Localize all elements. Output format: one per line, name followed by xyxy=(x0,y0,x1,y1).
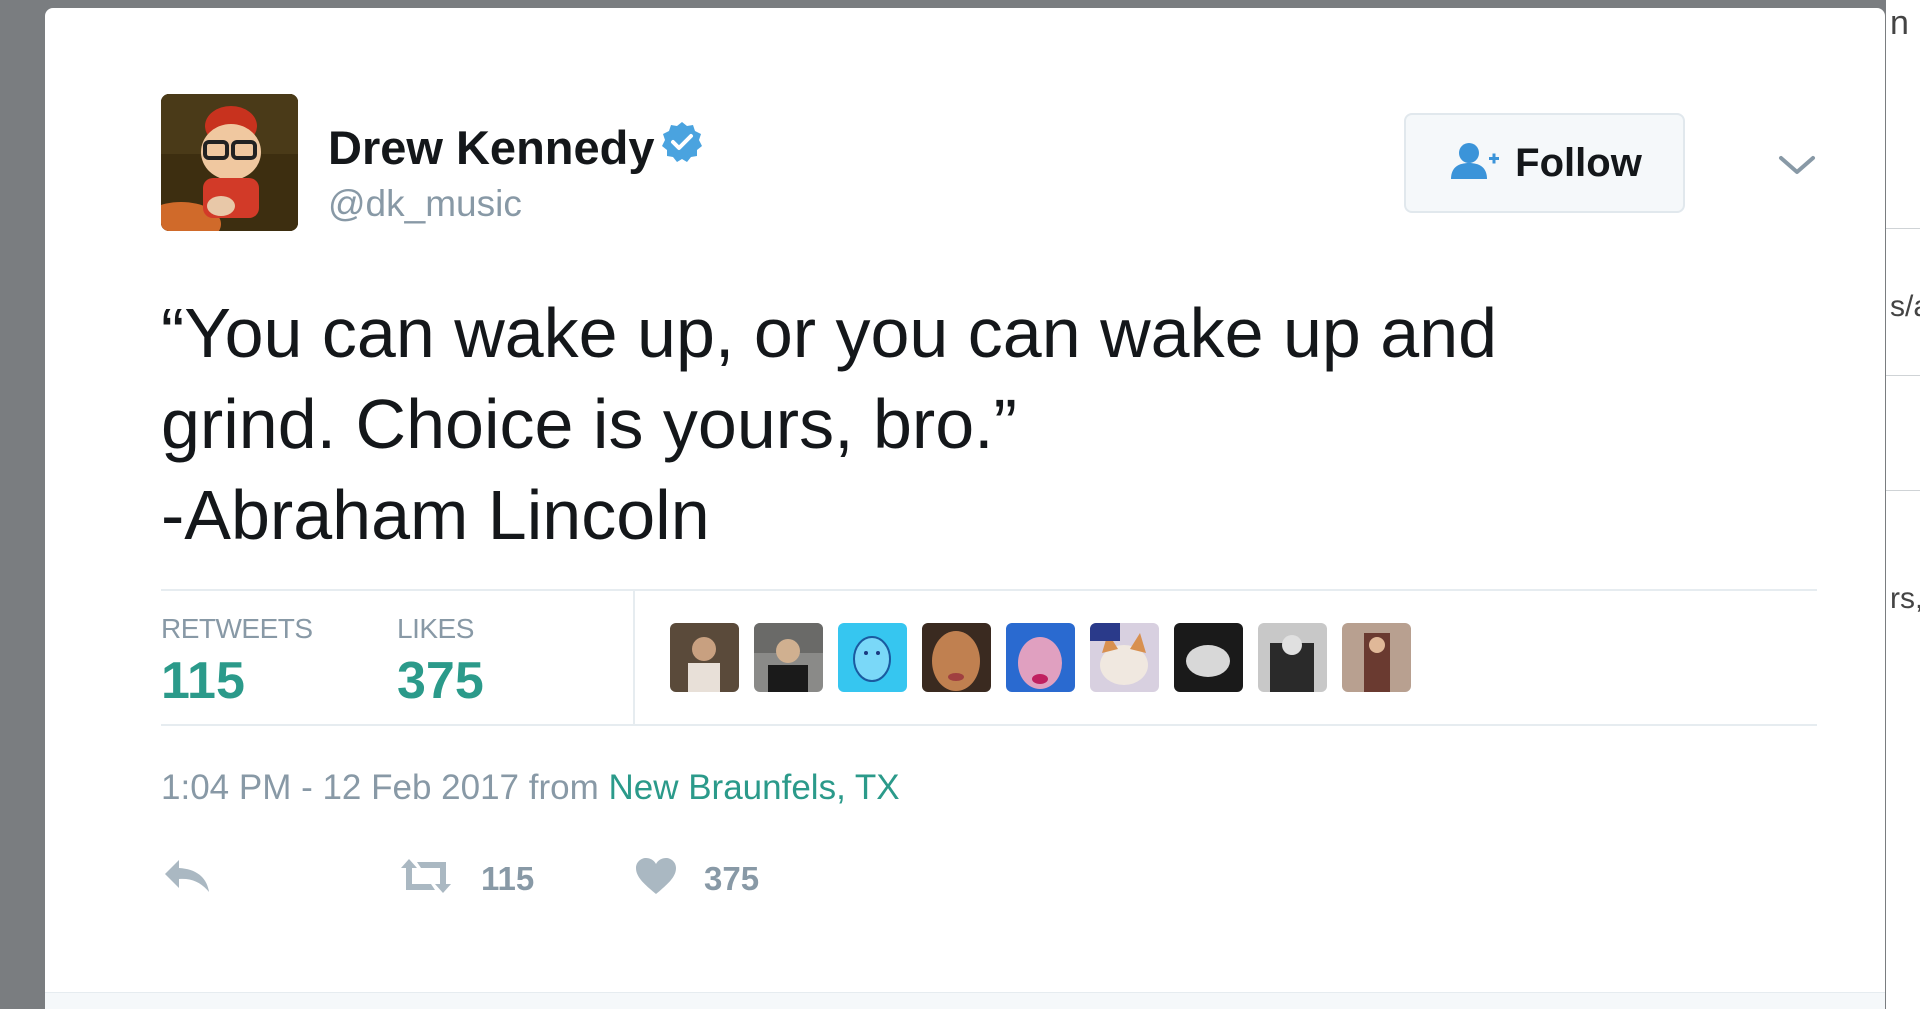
follow-button[interactable]: Follow xyxy=(1404,113,1685,213)
likes-count[interactable]: 375 xyxy=(397,651,484,711)
tweet-text-line: grind. Choice is yours, bro.” xyxy=(161,385,1017,463)
tweet-timestamp[interactable]: 1:04 PM - 12 Feb 2017 xyxy=(161,768,519,807)
liker-avatar[interactable] xyxy=(922,623,991,692)
background-text-fragment: n xyxy=(1890,4,1909,42)
heart-icon xyxy=(634,856,678,901)
background-divider xyxy=(1886,375,1920,376)
tweet-text-line: -Abraham Lincoln xyxy=(161,476,710,554)
follow-user-icon xyxy=(1447,141,1501,186)
liker-avatars xyxy=(670,623,1411,692)
modal-footer-strip xyxy=(45,992,1885,1009)
liker-avatar[interactable] xyxy=(754,623,823,692)
like-count: 375 xyxy=(704,859,760,897)
verified-badge-icon xyxy=(660,120,704,175)
liker-avatar[interactable] xyxy=(1006,623,1075,692)
tweet-location-link[interactable]: New Braunfels, TX xyxy=(608,768,899,807)
background-text-fragment: rs, xyxy=(1890,582,1920,615)
author-display-name[interactable]: Drew Kennedy xyxy=(328,120,704,175)
author-handle[interactable]: @dk_music xyxy=(328,183,522,225)
background-text-fragment: s/a xyxy=(1890,290,1920,323)
retweets-label[interactable]: RETWEETS xyxy=(161,613,313,645)
tweet-text: “You can wake up, or you can wake up and… xyxy=(161,288,1781,561)
stats-top-divider xyxy=(161,589,1817,591)
like-button[interactable]: 375 xyxy=(634,856,759,901)
retweets-count[interactable]: 115 xyxy=(161,651,245,711)
liker-avatar[interactable] xyxy=(670,623,739,692)
display-name-text: Drew Kennedy xyxy=(328,121,655,174)
follow-button-label: Follow xyxy=(1515,140,1642,185)
avatar-image xyxy=(161,94,298,231)
reply-icon xyxy=(161,856,213,901)
retweet-icon xyxy=(397,856,455,901)
reply-button[interactable] xyxy=(161,856,213,901)
background-divider xyxy=(1886,228,1920,229)
stats-separator xyxy=(633,591,635,724)
liker-avatar[interactable] xyxy=(838,623,907,692)
liker-avatar[interactable] xyxy=(1174,623,1243,692)
tweet-metadata: 1:04 PM - 12 Feb 2017 from New Braunfels… xyxy=(161,768,900,808)
background-page-right-edge: n s/a rs, xyxy=(1886,0,1920,1009)
retweet-count: 115 xyxy=(481,859,535,897)
tweet-modal: Drew Kennedy @dk_music Follow “You can w… xyxy=(45,8,1885,1009)
liker-avatar[interactable] xyxy=(1342,623,1411,692)
retweet-button[interactable]: 115 xyxy=(397,856,534,901)
from-label: from xyxy=(528,768,599,807)
tweet-text-line: “You can wake up, or you can wake up and xyxy=(161,294,1498,372)
liker-avatar[interactable] xyxy=(1258,623,1327,692)
author-avatar[interactable] xyxy=(161,94,298,231)
chevron-down-icon[interactable] xyxy=(1777,150,1817,180)
liker-avatar[interactable] xyxy=(1090,623,1159,692)
stats-bottom-divider xyxy=(161,724,1817,726)
background-divider xyxy=(1886,490,1920,491)
likes-label[interactable]: LIKES xyxy=(397,613,474,645)
